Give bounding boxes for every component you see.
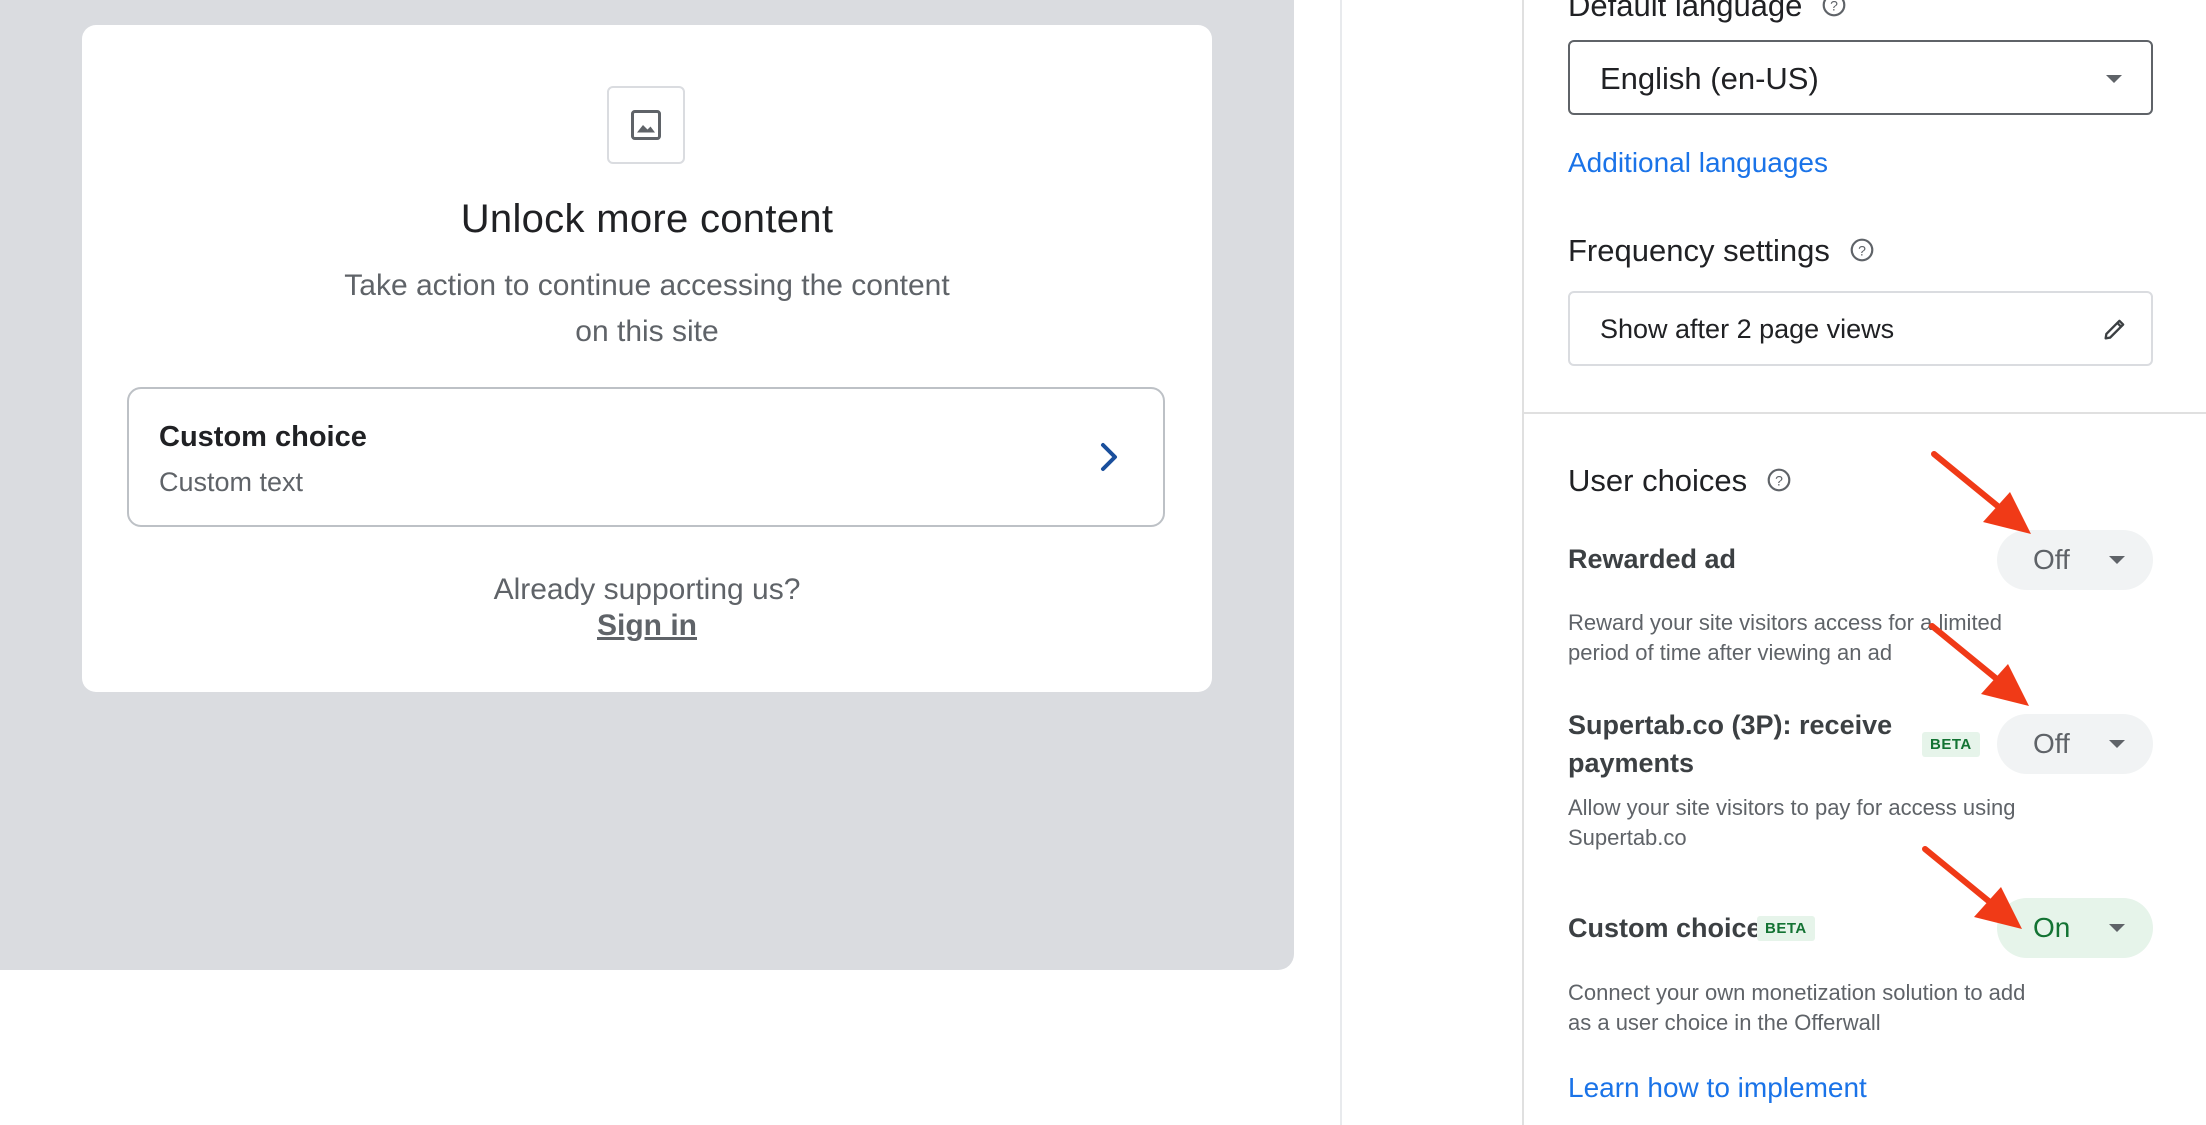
toggle-state: Off (2033, 544, 2070, 575)
frequency-settings-heading: Frequency settings ? (1568, 233, 1875, 271)
sign-in-link[interactable]: Sign in (82, 609, 1212, 643)
pencil-icon[interactable] (2101, 315, 2129, 348)
supertab-description: Allow your site visitors to pay for acce… (1568, 795, 2016, 850)
offerwall-dialog: Unlock more content Take action to conti… (82, 25, 1212, 692)
divider (1522, 0, 1524, 1125)
offerwall-subtitle: Take action to continue accessing the co… (344, 269, 950, 348)
help-icon[interactable]: ? (1766, 465, 1792, 501)
section-divider (1524, 412, 2206, 414)
additional-languages-link[interactable]: Additional languages (1568, 147, 1828, 179)
svg-text:?: ? (1858, 242, 1866, 258)
annotation-arrow-icon (1929, 623, 2029, 706)
supertab-toggle-dropdown[interactable]: Off (1997, 714, 2153, 774)
choice-text: Custom text (159, 467, 304, 497)
offerwall-title: Unlock more content (460, 197, 834, 241)
custom-choice-label: Custom choice (1568, 913, 1762, 943)
svg-text:?: ? (1830, 0, 1838, 13)
help-icon[interactable]: ? (1849, 235, 1875, 271)
default-language-select[interactable]: English (en-US) (1568, 40, 2153, 115)
rewarded-ad-label: Rewarded ad (1568, 544, 1737, 574)
dropdown-arrow-icon (2106, 75, 2122, 83)
supertab-label: Supertab.co (3P): receive payments (1568, 710, 1893, 778)
user-choices-heading: User choices ? (1568, 463, 1792, 501)
frequency-value: Show after 2 page views (1600, 314, 1895, 344)
beta-badge: BETA (1922, 732, 1980, 757)
annotation-arrow-icon (1931, 451, 2031, 534)
annotation-arrow-icon (1922, 846, 2022, 929)
custom-choice-option[interactable]: Custom choice Custom text (127, 387, 1165, 527)
toggle-state: On (2033, 912, 2071, 943)
dropdown-arrow-icon (2109, 556, 2125, 564)
dropdown-arrow-icon (2109, 924, 2125, 932)
default-language-heading: Default language ? (1568, 0, 1847, 26)
default-language-label: Default language (1568, 0, 1803, 23)
beta-badge: BETA (1757, 916, 1815, 941)
default-language-value: English (en-US) (1600, 61, 1819, 96)
chevron-right-icon (1097, 441, 1121, 478)
svg-text:?: ? (1775, 472, 1783, 488)
dropdown-arrow-icon (2109, 740, 2125, 748)
choice-title: Custom choice (159, 421, 367, 453)
divider (1340, 0, 1342, 1125)
learn-how-to-implement-link[interactable]: Learn how to implement (1568, 1072, 1867, 1104)
already-supporting-text: Already supporting us? (493, 573, 801, 606)
custom-choice-description: Connect your own monetization solution t… (1568, 980, 2026, 1035)
user-choices-label: User choices (1568, 463, 1748, 498)
frequency-settings-label: Frequency settings (1568, 233, 1830, 268)
offerwall-preview-area: Unlock more content Take action to conti… (0, 0, 1294, 970)
frequency-settings-field[interactable]: Show after 2 page views (1568, 291, 2153, 366)
toggle-state: Off (2033, 728, 2070, 759)
help-icon[interactable]: ? (1821, 0, 1847, 26)
image-icon (607, 86, 685, 164)
